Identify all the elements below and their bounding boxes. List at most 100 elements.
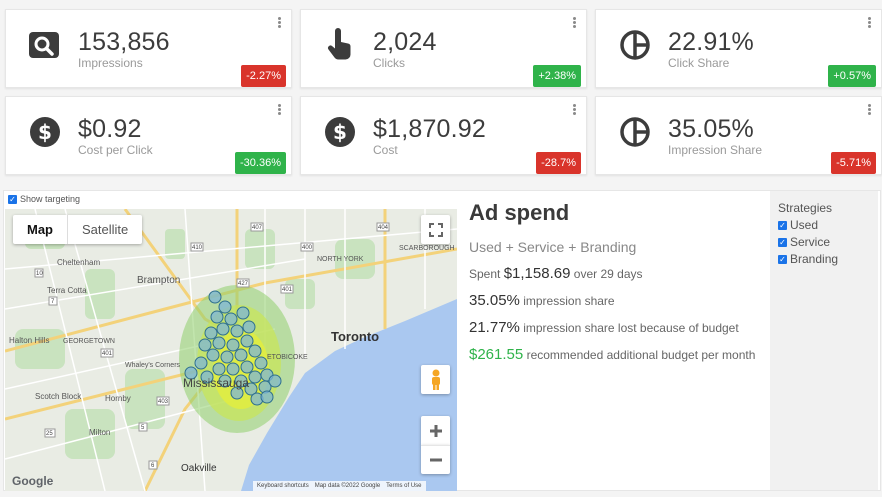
- street-view-button[interactable]: [421, 365, 450, 394]
- svg-text:401: 401: [282, 287, 293, 293]
- place-label: Whaley's Corners: [125, 362, 181, 369]
- keyboard-shortcuts-link[interactable]: Keyboard shortcuts: [257, 481, 309, 491]
- search-icon: [29, 32, 59, 58]
- fullscreen-icon: [428, 222, 443, 237]
- svg-text:404: 404: [378, 225, 389, 231]
- svg-text:$: $: [38, 120, 52, 144]
- svg-text:401: 401: [102, 351, 113, 357]
- svg-text:$: $: [333, 120, 347, 144]
- place-label: SCARBOROUGH: [399, 245, 455, 252]
- checkbox-checked-icon[interactable]: ✓: [8, 194, 17, 204]
- fullscreen-button[interactable]: [421, 215, 450, 244]
- place-label: Mississauga: [183, 376, 249, 390]
- metric-value: $0.92: [78, 115, 142, 143]
- recommended-budget-value: $261.55: [469, 346, 524, 363]
- strategy-branding-checkbox[interactable]: ✓ Branding: [778, 252, 870, 266]
- change-badge: -28.7%: [536, 152, 581, 174]
- more-menu-icon[interactable]: [276, 16, 282, 32]
- pegman-icon: [431, 369, 440, 390]
- metric-card-cost: $ $1,870.92 Cost -28.7%: [300, 96, 587, 175]
- map-canvas: Cheltenham Brampton Terra Cotta Halton H…: [5, 209, 457, 491]
- strategies-title: Strategies: [778, 201, 833, 215]
- svg-text:403: 403: [158, 399, 169, 405]
- metric-label: Impression Share: [668, 143, 763, 157]
- metric-value: $1,870.92: [373, 115, 487, 143]
- ad-spend-title: Ad spend: [469, 200, 570, 225]
- place-label: Milton: [89, 428, 110, 437]
- place-label: Scotch Block: [35, 392, 82, 401]
- metric-label: Impressions: [78, 56, 143, 70]
- zoom-out-button[interactable]: [421, 445, 450, 474]
- show-targeting-label: Show targeting: [20, 194, 81, 204]
- more-menu-icon[interactable]: [571, 16, 577, 32]
- place-label: GEORGETOWN: [63, 338, 115, 345]
- place-label: Terra Cotta: [47, 286, 87, 295]
- dollar-icon: $: [30, 117, 60, 147]
- more-menu-icon[interactable]: [866, 16, 872, 32]
- metric-label: Click Share: [668, 56, 730, 70]
- svg-text:400: 400: [302, 245, 313, 251]
- strategy-label: Used: [790, 218, 819, 232]
- lost-share-value: 21.77%: [469, 319, 520, 336]
- place-label: NORTH YORK: [317, 256, 364, 263]
- strategy-service-checkbox[interactable]: ✓ Service: [778, 235, 870, 249]
- metric-card-clicks: 2,024 Clicks +2.38%: [300, 9, 587, 88]
- zoom-in-button[interactable]: [421, 416, 450, 445]
- metric-value: 22.91%: [668, 28, 754, 56]
- place-label: Hornby: [105, 394, 131, 403]
- strategy-label: Branding: [790, 252, 839, 266]
- show-targeting-checkbox[interactable]: ✓ Show targeting: [8, 194, 80, 204]
- change-badge: -2.27%: [241, 65, 286, 87]
- map-view[interactable]: Cheltenham Brampton Terra Cotta Halton H…: [5, 209, 457, 491]
- change-badge: -30.36%: [235, 152, 286, 174]
- ad-spend-summary: Ad spend Used + Service + Branding Spent…: [469, 200, 764, 363]
- place-label: Brampton: [137, 275, 180, 286]
- change-badge: +0.57%: [828, 65, 876, 87]
- more-menu-icon[interactable]: [866, 103, 872, 119]
- svg-text:25: 25: [46, 431, 53, 437]
- checkbox-checked-icon[interactable]: ✓: [778, 220, 787, 230]
- terms-of-use-link[interactable]: Terms of Use: [386, 481, 421, 491]
- svg-text:427: 427: [238, 281, 249, 287]
- place-label: ETOBICOKE: [267, 354, 308, 361]
- lost-share-label: impression share lost because of budget: [523, 321, 739, 335]
- place-label: Toronto: [331, 329, 379, 344]
- lost-share-line: 21.77% impression share lost because of …: [469, 319, 764, 336]
- dollar-icon: $: [325, 117, 355, 147]
- map-data-text: Map data ©2022 Google: [314, 483, 381, 489]
- pie-chart-icon: [620, 117, 650, 147]
- strategy-used-checkbox[interactable]: ✓ Used: [778, 218, 870, 232]
- pie-chart-icon: [620, 30, 650, 60]
- impression-share-value: 35.05%: [469, 292, 520, 309]
- metric-label: Cost: [373, 143, 398, 157]
- more-menu-icon[interactable]: [276, 103, 282, 119]
- map-type-toggle[interactable]: Map Satellite: [13, 215, 143, 244]
- spent-suffix: over 29 days: [573, 267, 643, 281]
- pointer-hand-icon: [328, 28, 351, 60]
- metric-card-impression-share: 35.05% Impression Share -5.71%: [595, 96, 882, 175]
- place-label: Cheltenham: [57, 258, 100, 267]
- strategies-filter: Strategies ✓ Used ✓ Service ✓ Branding: [770, 191, 878, 490]
- metric-value: 35.05%: [668, 115, 754, 143]
- checkbox-checked-icon[interactable]: ✓: [778, 237, 787, 247]
- svg-text:410: 410: [192, 245, 203, 251]
- plus-icon: [429, 424, 442, 437]
- spent-value: $1,158.69: [503, 265, 571, 282]
- map-type-map-button[interactable]: Map: [13, 215, 68, 244]
- svg-text:407: 407: [252, 225, 263, 231]
- impression-share-line: 35.05% impression share: [469, 292, 764, 309]
- google-logo: Google: [12, 474, 54, 488]
- map-type-satellite-button[interactable]: Satellite: [68, 215, 142, 244]
- spent-line: Spent $1,158.69 over 29 days: [469, 265, 764, 282]
- change-badge: +2.38%: [533, 65, 581, 87]
- metric-label: Clicks: [373, 56, 405, 70]
- recommended-budget-line: $261.55 recommended additional budget pe…: [469, 346, 764, 363]
- checkbox-checked-icon[interactable]: ✓: [778, 254, 787, 264]
- metric-label: Cost per Click: [78, 143, 153, 157]
- metric-card-cost-per-click: $ $0.92 Cost per Click -30.36%: [5, 96, 292, 175]
- more-menu-icon[interactable]: [571, 103, 577, 119]
- strategy-label: Service: [790, 235, 831, 249]
- metric-card-impressions: 153,856 Impressions -2.27%: [5, 9, 292, 88]
- impression-share-label: impression share: [523, 294, 615, 308]
- place-label: Halton Hills: [9, 336, 49, 345]
